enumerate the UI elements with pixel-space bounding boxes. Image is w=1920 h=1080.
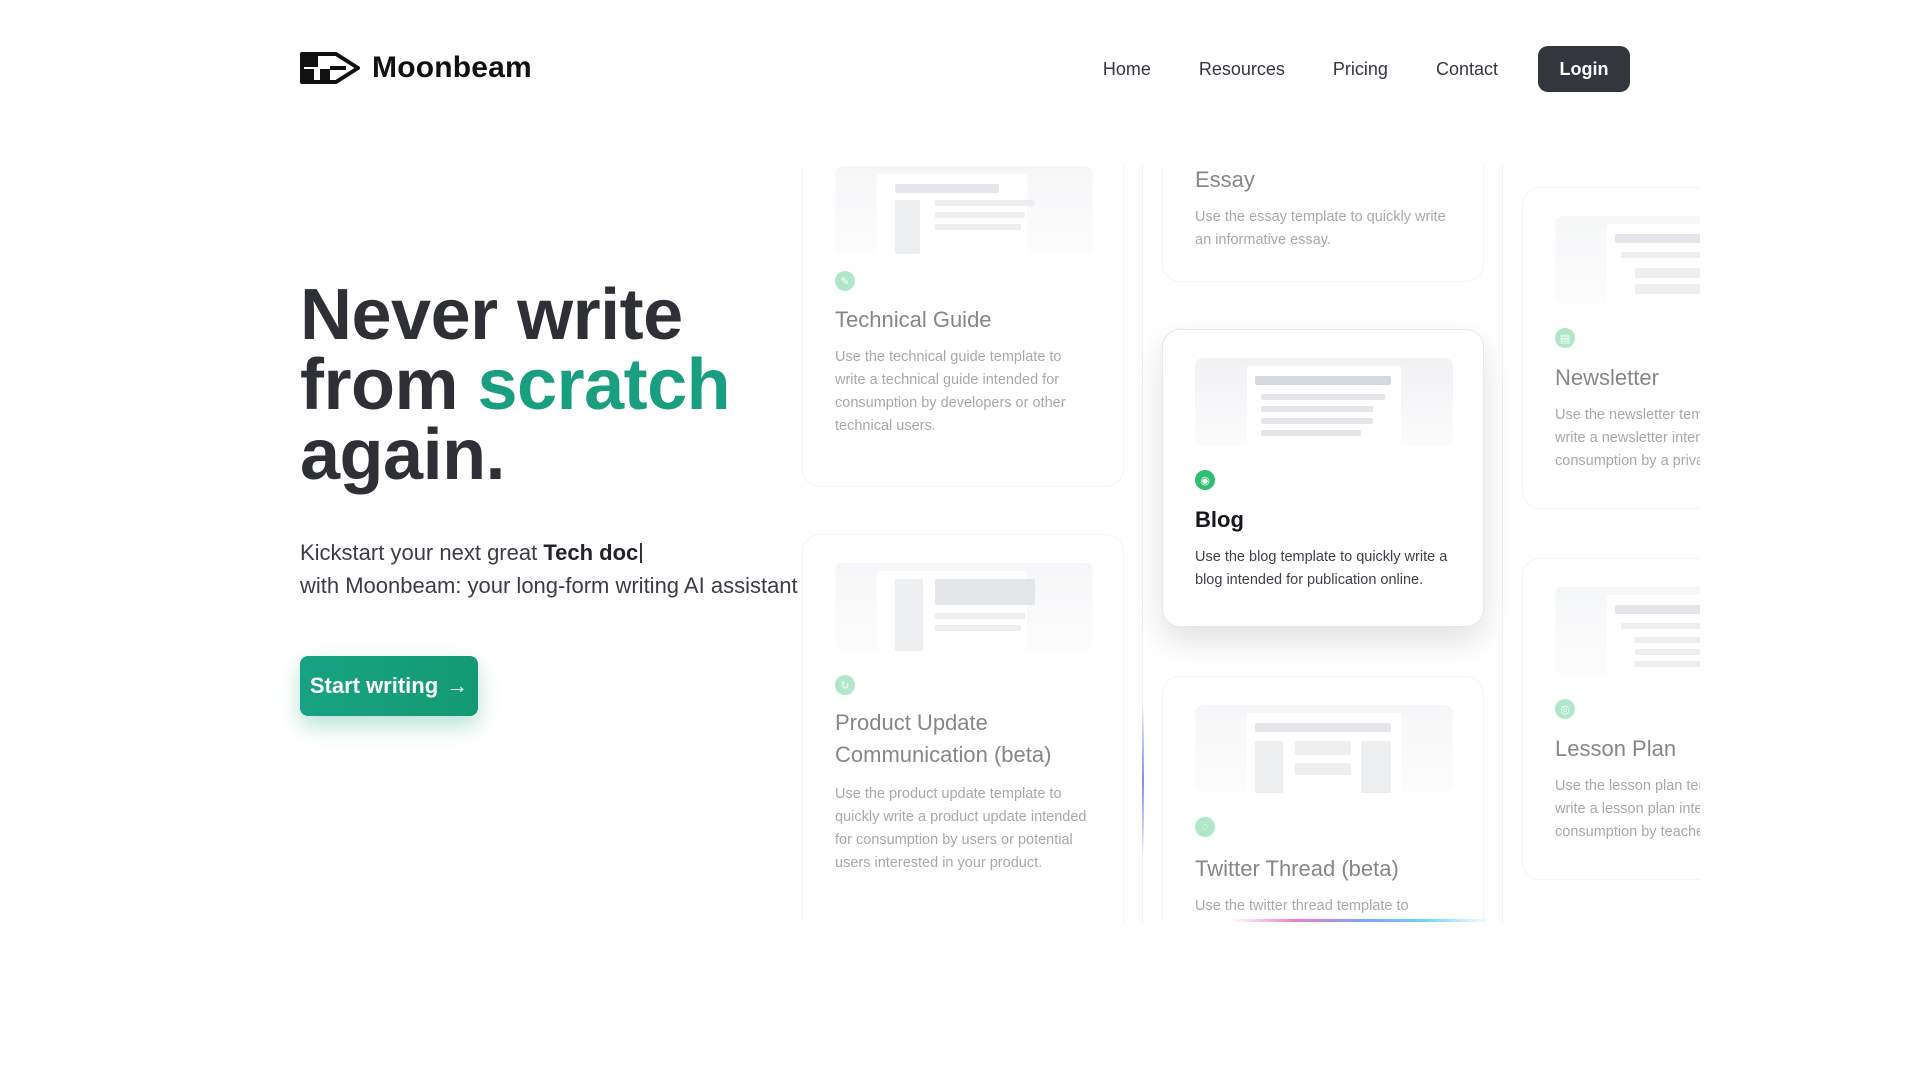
template-title: Lesson Plan (1555, 736, 1677, 761)
template-card-blog[interactable]: ◉ Blog Use the blog template to quickly … (1162, 329, 1484, 627)
template-title: Newsletter (1555, 365, 1659, 390)
template-preview (1555, 587, 1700, 675)
start-writing-button[interactable]: Start writing → (300, 656, 478, 716)
template-card-product-update[interactable]: ↻ Product Update Communication (beta) Us… (802, 534, 1124, 923)
template-title: Technical Guide (835, 307, 992, 332)
hero-subtitle-typed-word: Tech doc (543, 540, 639, 565)
template-title: Essay (1195, 167, 1255, 192)
template-preview (1555, 216, 1700, 304)
newsletter-icon: ▤ (1555, 328, 1575, 348)
template-description: Use the blog template to quickly write a… (1195, 549, 1448, 588)
template-description: Use the newsletter template to quickly w… (1555, 407, 1700, 469)
template-card-lesson-plan[interactable]: ◎ Lesson Plan Use the lesson plan templa… (1522, 558, 1700, 880)
hero-subtitle: Kickstart your next great Tech doc with … (300, 536, 820, 602)
template-title: Product Update Communication (beta) (835, 710, 1052, 767)
chat-bubble-icon: ◌ (1195, 817, 1215, 837)
hero-title-line2-prefix: from (300, 345, 478, 425)
template-card-technical-guide[interactable]: ✎ Technical Guide Use the technical guid… (802, 165, 1124, 487)
template-description: Use the essay template to quickly write … (1195, 209, 1446, 248)
rss-icon: ◉ (1195, 470, 1215, 490)
megaphone-icon: ↻ (835, 675, 855, 695)
document-icon: ✎ (835, 271, 855, 291)
template-card-newsletter[interactable]: ▤ Newsletter Use the newsletter template… (1522, 187, 1700, 509)
template-description: Use the product update template to quick… (835, 786, 1087, 871)
lesson-icon: ◎ (1555, 699, 1575, 719)
template-description: Use the technical guide template to writ… (835, 349, 1066, 434)
hero-subtitle-line2: with Moonbeam: your long-form writing AI… (300, 573, 798, 598)
hero-subtitle-prefix: Kickstart your next great (300, 540, 544, 565)
top-nav: Home Resources Pricing Contact Login (1055, 46, 1630, 92)
brand-logo[interactable]: Moonbeam (300, 50, 532, 86)
template-cards-showcase: ✎ Technical Guide Use the technical guid… (790, 165, 1700, 923)
start-writing-label: Start writing (309, 673, 439, 698)
login-button[interactable]: Login (1538, 46, 1630, 92)
typing-caret (640, 543, 643, 563)
arrow-right-icon: → (446, 673, 469, 698)
hero-title-accent: scratch (477, 345, 731, 425)
template-description: Use the lesson plan template to quickly … (1555, 778, 1700, 840)
hero-title-line3: again. (300, 415, 506, 495)
template-title: Blog (1195, 507, 1244, 532)
brand-name: Moonbeam (372, 51, 532, 84)
template-description: Use the twitter thread template to (1195, 898, 1409, 914)
scroll-glow-horizontal (1230, 919, 1490, 922)
template-preview (1195, 358, 1453, 446)
template-card-essay[interactable]: Essay Use the essay template to quickly … (1162, 165, 1484, 282)
hero-title-line1: Never write (300, 275, 683, 355)
column-divider (1502, 165, 1503, 923)
hero-title: Never write from scratch again. (300, 279, 731, 491)
nav-home-link[interactable]: Home (1103, 59, 1151, 80)
nav-contact-link[interactable]: Contact (1436, 59, 1498, 80)
template-card-twitter-thread[interactable]: ◌ Twitter Thread (beta) Use the twitter … (1162, 676, 1484, 923)
template-preview (835, 563, 1093, 651)
nav-resources-link[interactable]: Resources (1199, 59, 1285, 80)
nav-pricing-link[interactable]: Pricing (1333, 59, 1388, 80)
template-preview (1195, 705, 1453, 793)
moonbeam-logo-icon (300, 52, 360, 84)
template-preview (835, 166, 1093, 254)
template-title: Twitter Thread (beta) (1195, 856, 1399, 881)
scroll-glow-vertical (1142, 705, 1144, 855)
